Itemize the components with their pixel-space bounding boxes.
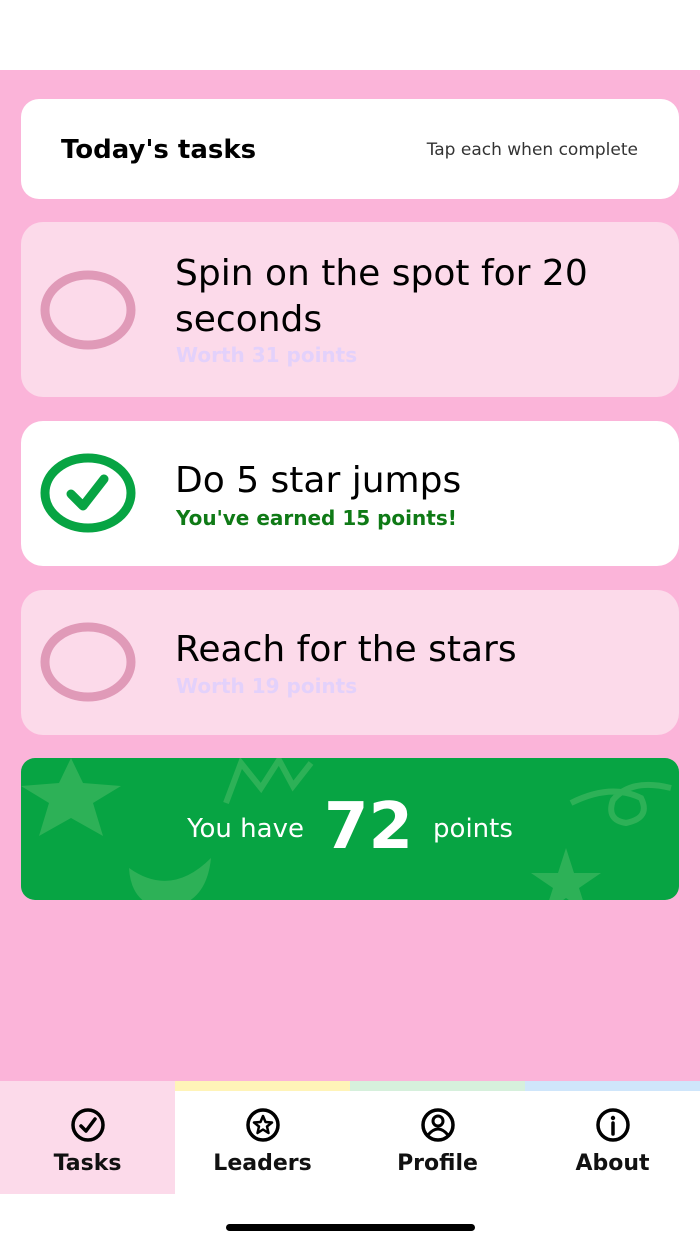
task-title: Spin on the spot for 20 seconds [175,253,588,340]
header-hint: Tap each when complete [426,140,638,160]
tab-accent-strip [0,1081,175,1091]
home-area [0,1194,700,1244]
empty-circle-icon[interactable] [40,622,138,702]
tab-accent-strip [525,1081,700,1091]
points-banner: You have 72 points [21,758,679,900]
check-circle-icon [70,1108,105,1142]
tab-accent-strip [175,1081,350,1091]
tab-profile[interactable]: Profile [350,1081,525,1194]
tab-leaders[interactable]: Leaders [175,1081,350,1194]
task-card-star-jumps[interactable]: Do 5 star jumps You've earned 15 points! [21,421,679,566]
home-indicator[interactable] [226,1224,475,1231]
tab-label: Tasks [53,1151,122,1176]
points-prefix: You have [187,814,304,844]
tab-bar: Tasks Leaders Profile About [0,1081,700,1194]
task-points: You've earned 15 points! [176,506,457,530]
status-bar [0,0,700,70]
tab-label: About [575,1151,650,1176]
page-title: Today's tasks [61,135,257,165]
check-circle-icon[interactable] [40,453,138,533]
info-circle-icon [595,1108,630,1142]
tab-about[interactable]: About [525,1081,700,1194]
empty-circle-icon[interactable] [40,270,138,350]
task-points: Worth 31 points [176,343,358,367]
task-card-spin[interactable]: Spin on the spot for 20 seconds Worth 31… [21,222,679,397]
header-card: Today's tasks Tap each when complete [21,99,679,199]
task-card-reach-stars[interactable]: Reach for the stars Worth 19 points [21,590,679,735]
tab-label: Leaders [213,1151,312,1176]
tab-label: Profile [397,1151,478,1176]
star-circle-icon [245,1108,280,1142]
tab-tasks[interactable]: Tasks [0,1081,175,1194]
points-total: 72 [323,790,414,864]
tasks-screen: Today's tasks Tap each when complete Spi… [0,70,700,1081]
task-title: Do 5 star jumps [175,460,462,501]
tab-accent-strip [350,1081,525,1091]
user-circle-icon [420,1108,455,1142]
points-suffix: points [433,814,513,844]
points-summary: You have 72 points [21,758,679,900]
task-points: Worth 19 points [176,674,358,698]
task-title: Reach for the stars [175,629,517,670]
